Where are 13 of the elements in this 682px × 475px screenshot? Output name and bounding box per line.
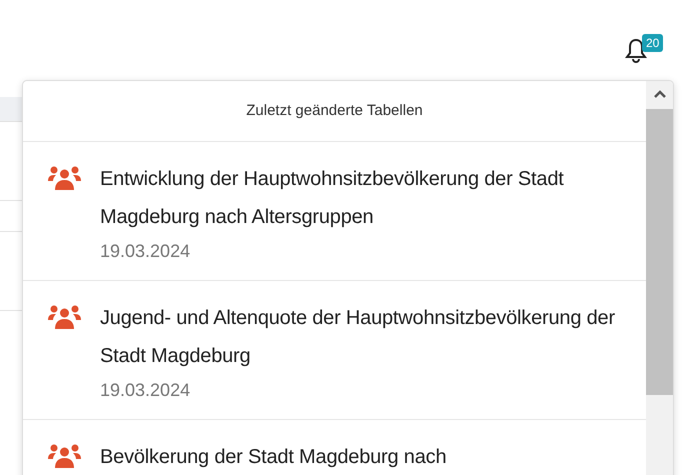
table-date: 19.03.2024: [100, 379, 192, 402]
chevron-up-icon: [654, 90, 666, 98]
table-title[interactable]: Bevölkerung der Stadt Magdeburg nach: [100, 438, 630, 475]
people-group-icon: [48, 444, 81, 468]
table-title[interactable]: Jugend- und Altenquote der Hauptwohnsitzbevölkerung der Stadt Magdeburg: [100, 299, 630, 375]
panel-title: Zuletzt geänderte Tabellen: [23, 81, 646, 142]
scrollbar-thumb[interactable]: [646, 109, 673, 395]
bell-icon[interactable]: [624, 37, 648, 63]
notification-count-badge: 20: [642, 34, 664, 52]
people-group-icon: [48, 166, 81, 190]
people-group-icon: [48, 305, 81, 329]
table-title[interactable]: Entwicklung der Hauptwohnsitzbevölkerung der Stadt Magdeburg nach Altersgruppen: [100, 160, 630, 236]
table-date: 19.03.2024: [100, 240, 192, 263]
